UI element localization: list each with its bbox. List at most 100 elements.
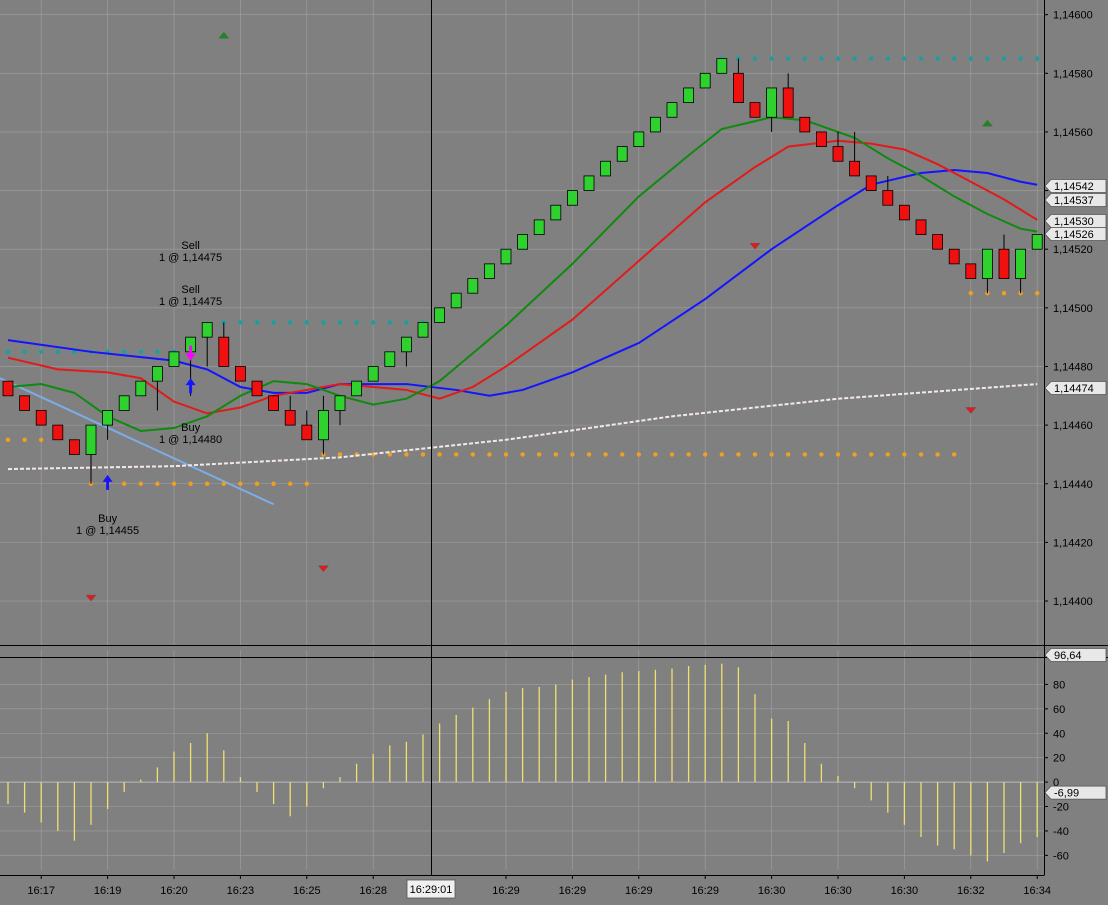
trade-label-action: Buy [181, 422, 200, 434]
stop-dot [603, 452, 608, 457]
tag-label: 1,14474 [1054, 383, 1094, 395]
stop-dot [271, 320, 276, 325]
trade-label-action: Sell [181, 240, 199, 252]
candle-body [799, 116, 811, 133]
trade-label-action: Sell [181, 284, 199, 296]
candle-body [500, 248, 512, 265]
stop-dot [371, 320, 376, 325]
candle [517, 234, 528, 250]
stop-dot [437, 452, 442, 457]
stop-dot [238, 481, 243, 486]
candle-body [915, 219, 927, 235]
candle-body [301, 424, 313, 441]
stop-dot [902, 452, 907, 457]
trade-label-fill: 1 @ 1,14475 [159, 252, 222, 264]
candle [699, 72, 711, 89]
candle [1031, 234, 1043, 250]
y-tick-label: 1,14400 [1053, 596, 1093, 608]
stop-dot [968, 56, 973, 61]
stop-dot [1001, 56, 1007, 61]
candle [799, 116, 811, 133]
candle [268, 395, 280, 411]
candle [35, 410, 47, 426]
candle [600, 160, 611, 177]
candle-body [35, 410, 47, 426]
candle [583, 175, 595, 191]
y-tick-label: 1,14520 [1053, 244, 1093, 256]
candle [666, 102, 678, 118]
candle-body [52, 424, 64, 441]
candle [899, 204, 910, 221]
candle-body [417, 322, 429, 338]
stop-dot [752, 452, 758, 457]
candle [351, 380, 363, 397]
stop-dot [205, 481, 210, 486]
candle-body [948, 248, 960, 265]
osc-value-tag: -6,99 [1044, 785, 1107, 800]
candle [251, 380, 263, 397]
candle-body [467, 278, 479, 294]
stop-dot [719, 452, 724, 457]
stop-dot [819, 452, 824, 457]
candle-body [351, 380, 363, 397]
stop-dot [5, 437, 11, 442]
stop-dot [802, 452, 807, 457]
candle-body [982, 248, 993, 279]
chart[interactable]: 1,14400 1,14420 1,14440 1,14460 1,14480 1,145… [0, 0, 1108, 905]
x-tick-label: 16:23 [227, 885, 255, 897]
stop-dot [786, 452, 791, 457]
candle-body [832, 146, 844, 162]
x-tick-label: 16:32 [957, 885, 985, 897]
tag-label: 1,14542 [1054, 181, 1094, 193]
stop-dot [769, 56, 774, 61]
candle [19, 395, 31, 411]
x-tick-label: 16:29 [691, 885, 719, 897]
candle-body [932, 234, 943, 250]
candle-body [849, 160, 860, 177]
y-tick-label: 1,14600 [1053, 10, 1093, 22]
candle [367, 366, 379, 382]
candle-body [234, 366, 246, 382]
osc-y-tick-label: 20 [1053, 753, 1065, 765]
stop-dot [138, 481, 143, 486]
x-tick-label: 16:20 [160, 885, 188, 897]
candle-body [666, 102, 678, 118]
candle-body [600, 160, 611, 177]
stop-dot [155, 481, 160, 486]
osc-y-tick-label: -20 [1053, 802, 1069, 814]
candle-body [317, 410, 329, 441]
candle-body [1031, 234, 1043, 250]
candle-body [533, 219, 545, 235]
stop-dot [902, 56, 907, 61]
stop-dot [869, 56, 874, 61]
stop-dot [271, 481, 276, 486]
candle-body [899, 204, 910, 221]
y-tick-label: 1,14460 [1053, 420, 1093, 432]
candle [118, 395, 130, 411]
stop-dot [620, 452, 625, 457]
candle-body [118, 395, 130, 411]
candle-body [201, 322, 213, 338]
stop-dot [653, 452, 658, 457]
stop-dot [586, 452, 592, 457]
price-tag: 1,14530 [1044, 214, 1107, 228]
x-tick-label: 16:25 [293, 885, 321, 897]
candle-body [965, 263, 977, 279]
x-tick-label: 16:30 [824, 885, 852, 897]
x-tick-label: 16:29 [559, 885, 587, 897]
candle-body [135, 380, 147, 397]
candle [683, 87, 694, 104]
candle-body [650, 116, 661, 133]
stop-dot [354, 320, 359, 325]
stop-dot [935, 56, 940, 61]
y-tick-label: 1,14560 [1053, 127, 1093, 139]
stop-dot [470, 452, 475, 457]
candle-body [683, 87, 694, 104]
candle [865, 175, 877, 191]
price-tag: 1,14537 [1044, 193, 1107, 207]
candle [716, 58, 728, 74]
stop-dot [1001, 290, 1007, 296]
x-tick-label: 16:17 [27, 885, 55, 897]
stop-dot [918, 452, 924, 457]
candle-body [716, 58, 728, 74]
